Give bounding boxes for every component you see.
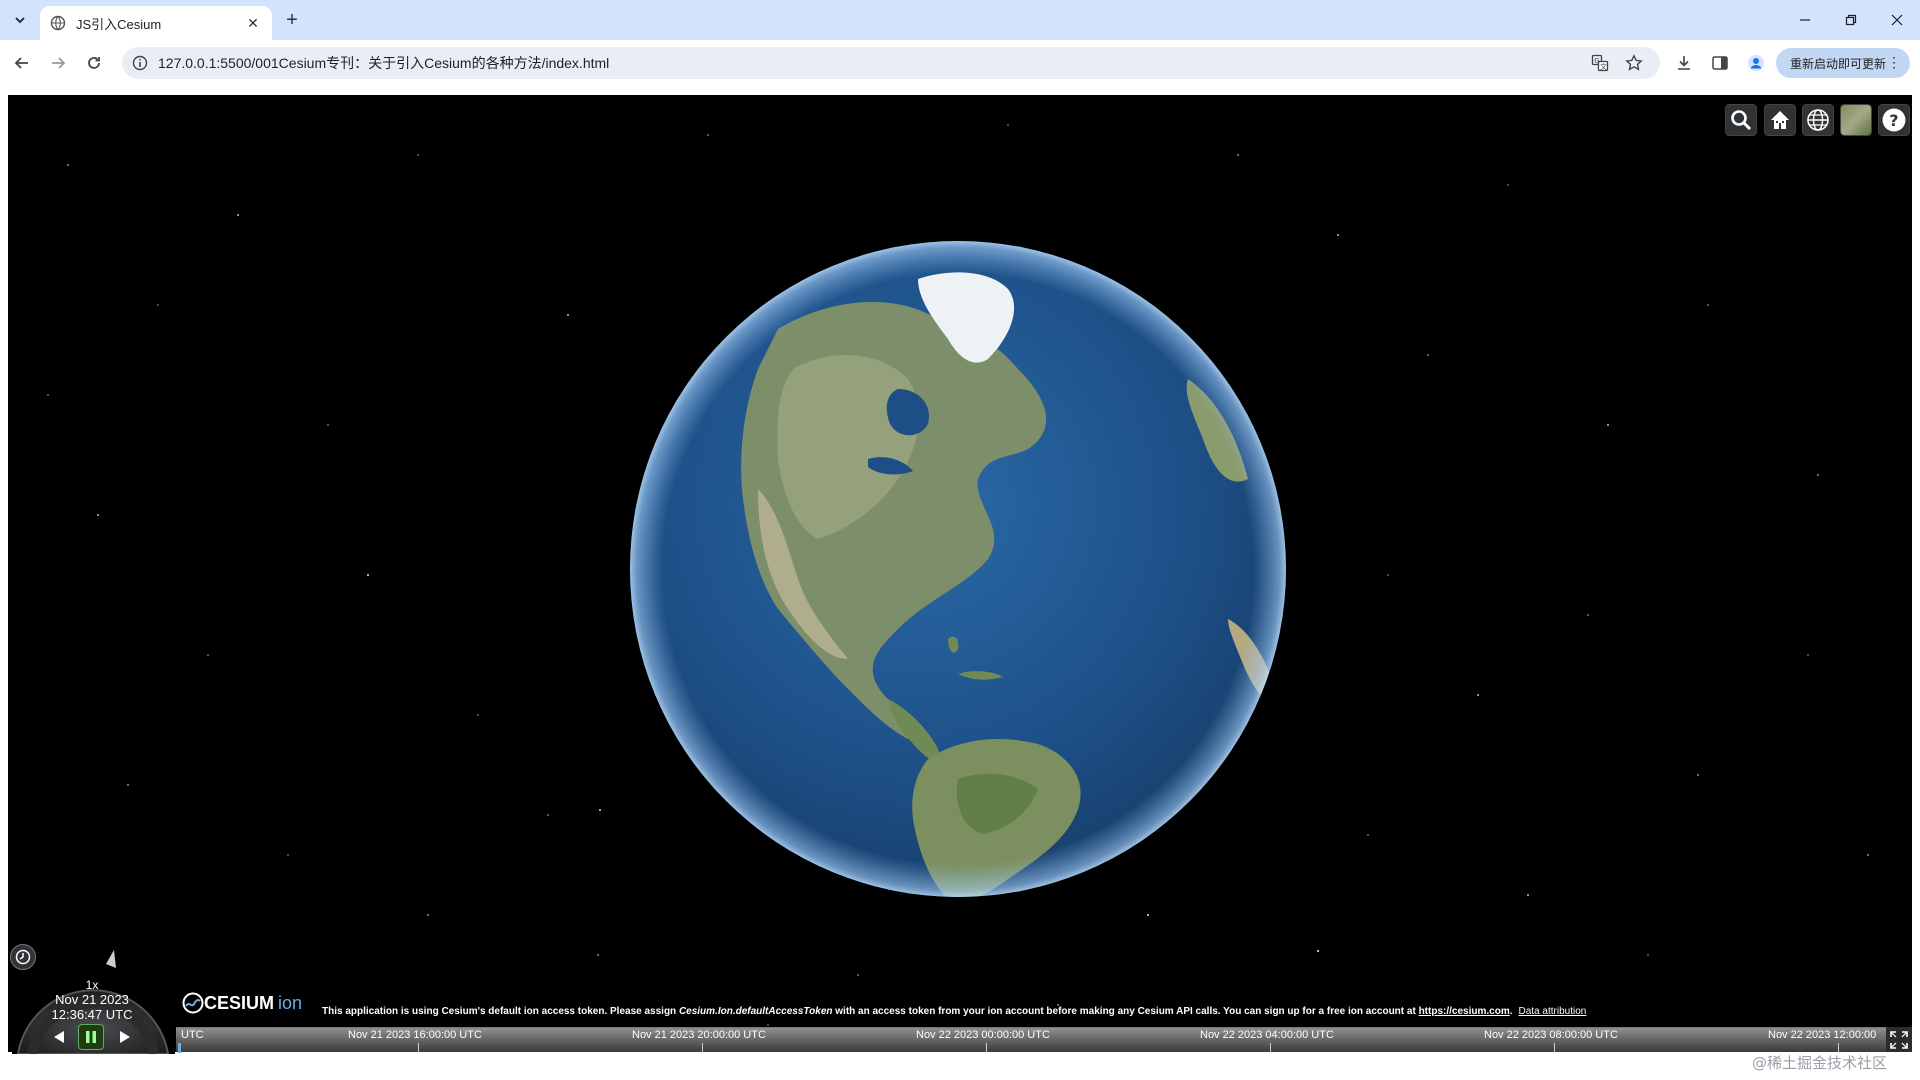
fullscreen-icon[interactable]	[1886, 1027, 1912, 1052]
timeline-label: UTC	[181, 1029, 204, 1041]
svg-text:文: 文	[1600, 62, 1607, 71]
animation-speed: 1x	[85, 978, 99, 992]
tab-title: JS引入Cesium	[76, 16, 162, 32]
download-icon[interactable]	[1670, 49, 1698, 77]
timeline-tick	[986, 1043, 987, 1052]
restore-icon[interactable]	[1828, 0, 1874, 40]
home-icon[interactable]	[1764, 104, 1796, 136]
cesium-logo-text: CESIUM	[204, 992, 275, 1013]
timeline-label: Nov 22 2023 00:00:00 UTC	[916, 1029, 1050, 1041]
ion-logo-text: ion	[278, 992, 303, 1013]
address-bar[interactable]: 127.0.0.1:5500/001Cesium专刊：关于引入Cesium的各种…	[122, 47, 1660, 79]
timeline-label: Nov 22 2023 04:00:00 UTC	[1200, 1029, 1334, 1041]
timeline-label: Nov 21 2023 16:00:00 UTC	[348, 1029, 482, 1041]
play-forward-icon[interactable]	[112, 1024, 138, 1050]
help-icon[interactable]: ?	[1878, 104, 1910, 136]
base-layer-picker-icon[interactable]	[1840, 104, 1872, 136]
animation-date: Nov 21 2023	[55, 992, 129, 1007]
timeline-tick	[1838, 1043, 1839, 1052]
side-panel-icon[interactable]	[1706, 49, 1734, 77]
earth-globe[interactable]	[628, 239, 1288, 899]
tab-strip: JS引入Cesium ✕ +	[0, 0, 1920, 40]
forward-arrow-icon[interactable]	[44, 49, 72, 77]
pause-icon[interactable]	[78, 1024, 104, 1050]
cesium-ion-logo[interactable]: CESIUM ion	[182, 991, 302, 1015]
credit-text: This application is using Cesium's defau…	[322, 1006, 1586, 1017]
reload-icon[interactable]	[80, 49, 108, 77]
timeline-tick	[1554, 1043, 1555, 1052]
timeline-tick	[702, 1043, 703, 1052]
timeline-needle[interactable]	[178, 1043, 181, 1053]
geocoder-search-icon[interactable]	[1725, 104, 1757, 136]
timeline-label: Nov 22 2023 12:00:00	[1768, 1029, 1877, 1041]
update-label: 重新启动即可更新	[1790, 56, 1887, 71]
credit-text-part3: .	[1509, 1006, 1513, 1017]
close-window-icon[interactable]	[1874, 0, 1920, 40]
site-info-icon[interactable]	[130, 53, 150, 73]
animation-time: 12:36:47 UTC	[51, 1007, 133, 1022]
back-arrow-icon[interactable]	[8, 49, 36, 77]
watermark: @稀土掘金技术社区	[1752, 1054, 1888, 1072]
tab-search-chevron-down-icon[interactable]	[8, 8, 32, 32]
timeline-tick	[418, 1043, 419, 1052]
tab-close-icon[interactable]: ✕	[244, 14, 262, 32]
svg-text:?: ?	[1889, 111, 1898, 130]
profile-avatar-icon[interactable]	[1742, 49, 1770, 77]
credit-text-part1: This application is using Cesium's defau…	[322, 1006, 679, 1017]
timeline-label: Nov 22 2023 08:00:00 UTC	[1484, 1029, 1618, 1041]
play-reverse-icon[interactable]	[46, 1024, 72, 1050]
new-tab-button[interactable]: +	[280, 8, 304, 32]
cesium-logo-icon	[182, 992, 204, 1014]
credit-token-emphasis: Cesium.Ion.defaultAccessToken	[678, 1006, 833, 1017]
data-attribution-link[interactable]: Data attribution	[1519, 1006, 1587, 1017]
scene-mode-globe-icon[interactable]	[1802, 104, 1834, 136]
cesium-link[interactable]: https://cesium.com	[1419, 1006, 1510, 1017]
active-tab[interactable]: JS引入Cesium ✕	[40, 6, 272, 40]
minimize-icon[interactable]	[1782, 0, 1828, 40]
url-text[interactable]: 127.0.0.1:5500/001Cesium专刊：关于引入Cesium的各种…	[158, 53, 1660, 73]
clock-icon[interactable]	[10, 944, 36, 970]
credit-text-part2: with an access token from your ion accou…	[832, 1006, 1419, 1017]
cesium-viewer[interactable]: ?	[8, 95, 1912, 1052]
timeline-tick	[1270, 1043, 1271, 1052]
bookmark-star-icon[interactable]	[1620, 49, 1648, 77]
timeline-label: Nov 21 2023 20:00:00 UTC	[632, 1029, 766, 1041]
translate-icon[interactable]: G文	[1586, 49, 1614, 77]
more-menu-icon[interactable]: ⋮	[1887, 54, 1901, 71]
globe-favicon-icon	[50, 15, 66, 31]
update-restart-button[interactable]: 重新启动即可更新 ⋮	[1776, 48, 1910, 78]
